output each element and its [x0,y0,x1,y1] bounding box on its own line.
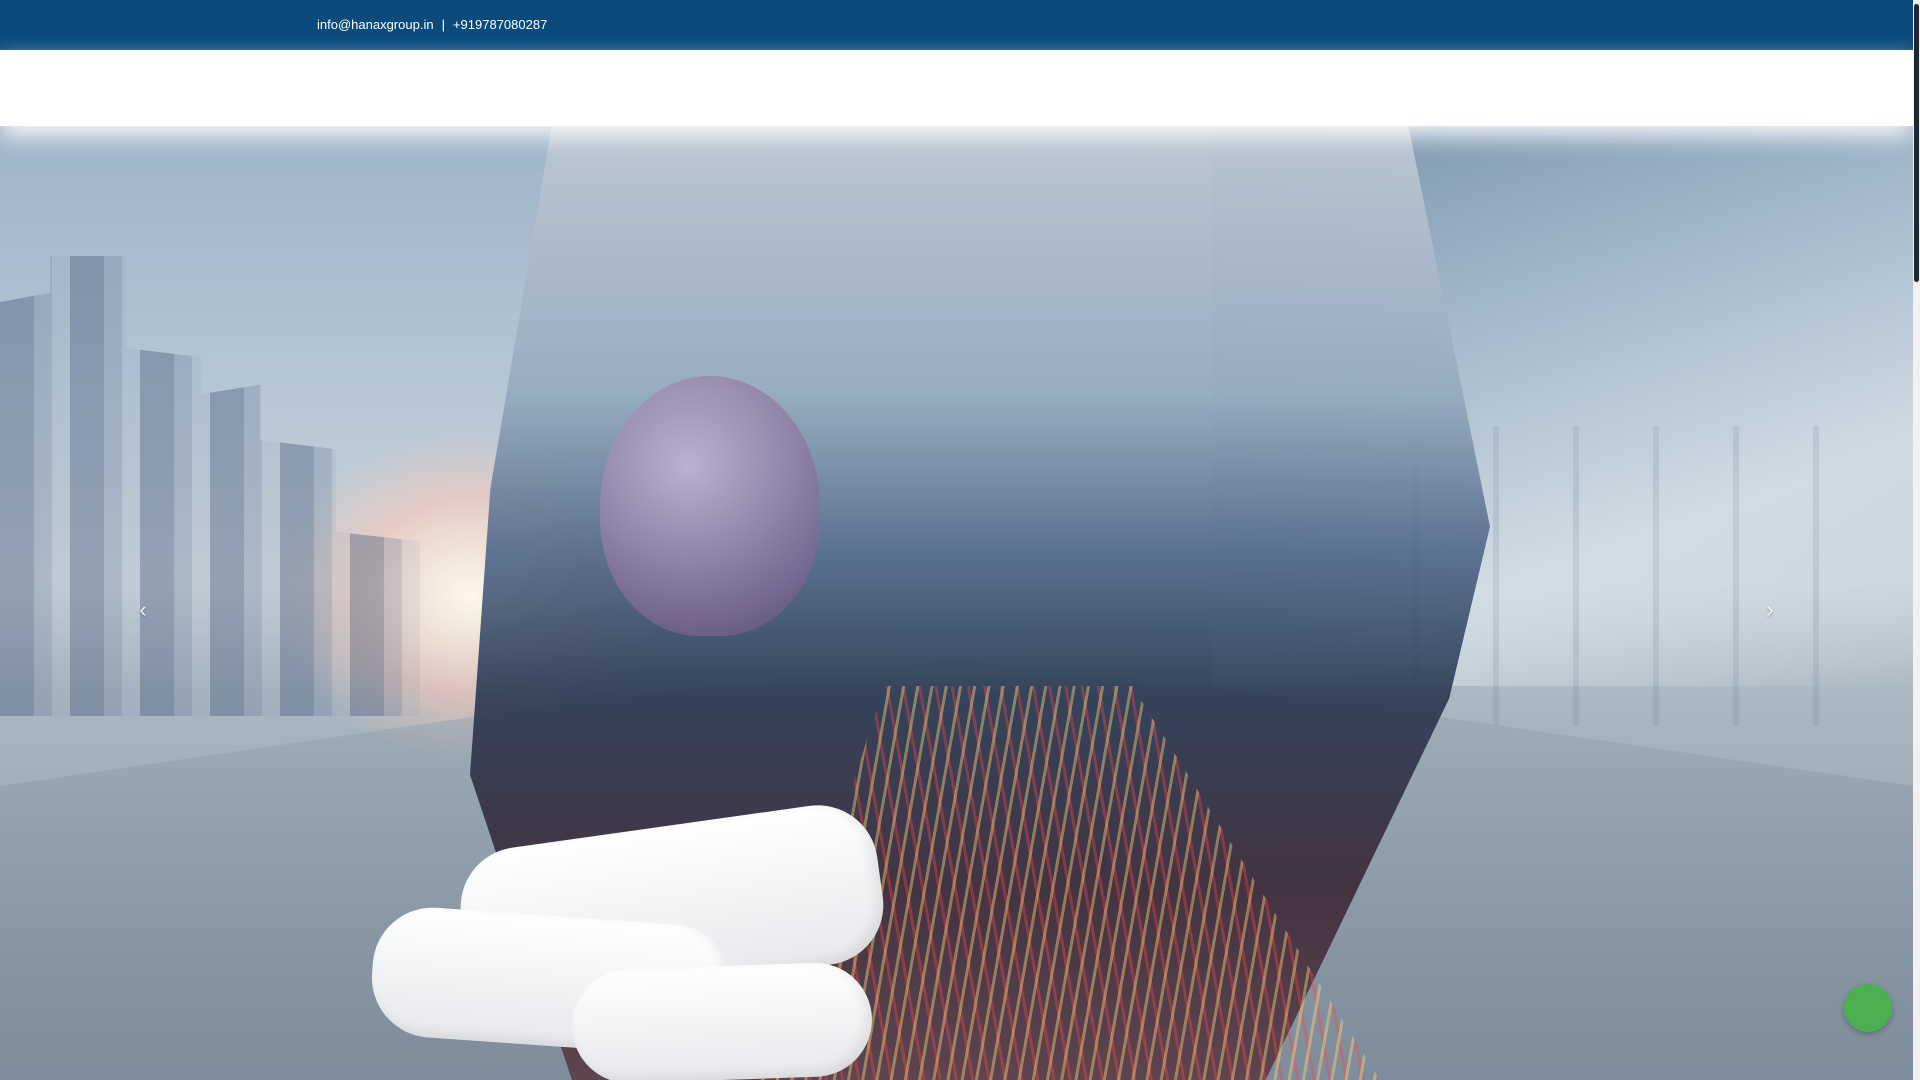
email-link[interactable]: info@hanaxgroup.in [317,17,434,32]
contact-separator: | [441,17,445,32]
page: info@hanaxgroup.in | +919787080287 ‹ › [0,0,1920,1080]
contact-info: info@hanaxgroup.in | +919787080287 [317,0,547,50]
floating-action-button[interactable] [1844,984,1892,1032]
blueprint-roll [570,960,874,1080]
scrollbar-thumb[interactable] [1914,4,1919,282]
phone-link[interactable]: +919787080287 [453,17,547,32]
site-header [0,50,1913,126]
top-contact-bar: info@hanaxgroup.in | +919787080287 [0,0,1913,50]
hero-blueprint-rolls [367,797,892,1080]
slider-next-button[interactable]: › [1758,596,1782,624]
hero-slider [0,126,1913,1080]
slider-prev-button[interactable]: ‹ [131,596,155,624]
page-scrollbar[interactable] [1913,0,1920,1080]
chevron-left-icon: ‹ [139,597,147,622]
hero-hard-hat [600,376,820,636]
chevron-right-icon: › [1766,597,1774,622]
hero-city-skyline [0,256,420,716]
